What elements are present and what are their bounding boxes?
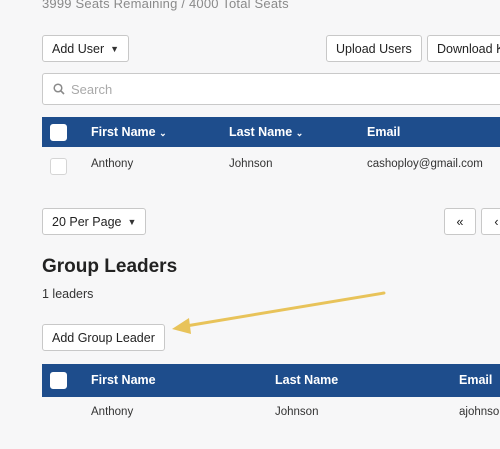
- row-first-name: Anthony: [91, 406, 134, 418]
- row-email: ajohnso: [459, 406, 500, 418]
- column-last-name: Last Name: [275, 373, 339, 387]
- column-first-name: First Name: [91, 373, 156, 387]
- select-all-checkbox[interactable]: [50, 372, 67, 389]
- row-last-name: Johnson: [275, 406, 319, 418]
- column-email: Email: [459, 373, 493, 387]
- group-leaders-table-header: First Name Last Name Email: [42, 364, 500, 397]
